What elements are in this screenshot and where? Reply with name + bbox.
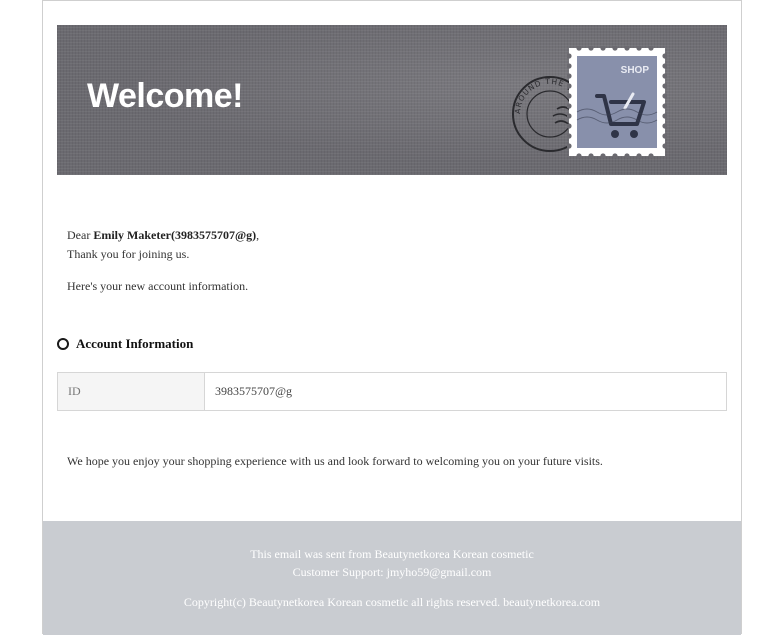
account-section-heading: Account Information	[57, 336, 193, 352]
email-footer: This email was sent from Beautynetkorea …	[43, 521, 741, 635]
id-value: 3983575707@g	[204, 372, 727, 411]
stamp-label: SHOP	[621, 65, 650, 76]
email-container: Welcome! AROUND THE WORLD	[42, 0, 742, 635]
closing-message: We hope you enjoy your shopping experien…	[67, 454, 603, 468]
account-info-table: ID 3983575707@g	[57, 372, 727, 411]
account-section-title: Account Information	[76, 336, 194, 351]
greeting-dear: Dear	[67, 228, 91, 242]
welcome-banner: Welcome! AROUND THE WORLD	[57, 25, 727, 175]
circle-bullet-icon	[57, 338, 69, 350]
banner-title: Welcome!	[87, 77, 243, 115]
footer-copyright: Copyright(c) Beautynetkorea Korean cosme…	[183, 595, 601, 609]
shop-stamp-icon: SHOP	[567, 46, 667, 158]
email-body: Dear Emily Maketer(3983575707@g), Thank …	[67, 226, 707, 296]
footer-support: Customer Support: jmyho59@gmail.com	[292, 565, 492, 579]
greeting-comma: ,	[256, 228, 260, 242]
footer-sent-from: This email was sent from Beautynetkorea …	[250, 547, 534, 561]
id-label: ID	[57, 372, 205, 411]
greeting-line: Dear Emily Maketer(3983575707@g),	[67, 226, 707, 245]
recipient-name: Emily Maketer(3983575707@g)	[93, 228, 257, 242]
table-row: ID 3983575707@g	[57, 372, 727, 411]
thanks-line: Thank you for joining us.	[67, 247, 190, 261]
intro-line: Here's your new account information.	[67, 279, 249, 293]
